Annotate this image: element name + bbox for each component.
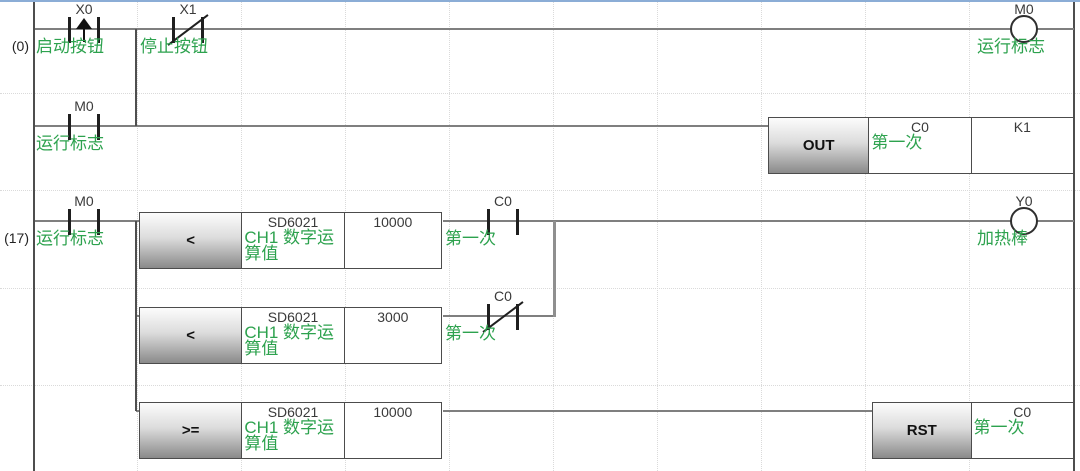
ladder-diagram: (0) (17) X0 启动按钮 X1 停止按钮 M0 运行标志 M0 运行标志… <box>0 0 1080 471</box>
compare-block-lt-10000[interactable]: < SD6021 CH1 数字运算值 10000 <box>139 212 442 269</box>
operand-cell: SD6021 CH1 数字运算值 <box>242 403 345 458</box>
grid-line <box>0 93 1080 94</box>
grid-line <box>0 385 1080 386</box>
grid-line <box>761 2 762 471</box>
device-comment: CH1 数字运算值 <box>244 228 335 263</box>
device-label: C0 <box>494 288 512 304</box>
device-comment: 第一次 <box>871 133 923 152</box>
operand-cell: 10000 <box>345 403 441 458</box>
contact-bar <box>516 209 519 235</box>
wire <box>443 220 1074 222</box>
device-comment: CH1 数字运算值 <box>244 323 335 358</box>
compare-block-ge-10000[interactable]: >= SD6021 CH1 数字运算值 10000 <box>139 402 442 459</box>
grid-line <box>0 288 1080 289</box>
instruction-label: RST <box>873 403 972 458</box>
step-number: (0) <box>11 38 29 54</box>
device-comment: 启动按钮 <box>36 37 104 56</box>
device-label: Y0 <box>1015 193 1033 209</box>
wire <box>35 125 768 127</box>
instruction-label: < <box>140 213 243 268</box>
selection-top-border <box>0 0 1080 2</box>
device-label: 10000 <box>373 214 413 230</box>
rst-block[interactable]: RST C0 第一次 <box>872 402 1074 459</box>
grid-line <box>657 2 658 471</box>
compare-block-lt-3000[interactable]: < SD6021 CH1 数字运算值 3000 <box>139 307 442 364</box>
device-comment: 运行标志 <box>977 37 1045 56</box>
device-comment: 停止按钮 <box>140 37 208 56</box>
device-label: K1 <box>1013 119 1031 135</box>
instruction-label: >= <box>140 403 243 458</box>
device-comment: 第一次 <box>445 229 496 248</box>
operand-cell: SD6021 CH1 数字运算值 <box>242 213 345 268</box>
instruction-label: < <box>140 308 243 363</box>
wire <box>443 410 872 412</box>
device-label: 3000 <box>377 309 409 325</box>
device-label: X0 <box>75 1 93 17</box>
operand-cell: 10000 <box>345 213 441 268</box>
operand-cell: K1 <box>972 118 1073 173</box>
out-counter-block[interactable]: OUT C0 第一次 K1 <box>768 117 1074 174</box>
grid-line <box>137 2 138 471</box>
instruction-label: OUT <box>769 118 870 173</box>
device-label: C0 <box>494 193 512 209</box>
device-label: M0 <box>1014 1 1034 17</box>
device-comment: 第一次 <box>973 418 1025 437</box>
operand-cell: SD6021 CH1 数字运算值 <box>242 308 345 363</box>
device-label: 10000 <box>373 404 413 420</box>
grid-line <box>865 2 866 471</box>
device-comment: 加热棒 <box>977 229 1028 248</box>
right-power-rail <box>1073 2 1075 471</box>
operand-cell: C0 第一次 <box>869 118 972 173</box>
operand-cell: 3000 <box>345 308 441 363</box>
device-label: X1 <box>179 1 197 17</box>
device-label: M0 <box>74 98 94 114</box>
branch-wire <box>135 29 137 126</box>
left-power-rail <box>33 2 35 471</box>
step-number: (17) <box>4 230 29 246</box>
grid-line <box>969 2 970 471</box>
grid-line <box>0 190 1080 191</box>
device-comment: CH1 数字运算值 <box>244 418 335 453</box>
branch-wire <box>135 221 137 411</box>
branch-wire <box>553 221 556 317</box>
device-label: M0 <box>74 193 94 209</box>
device-comment: 第一次 <box>445 324 496 343</box>
operand-cell: C0 第一次 <box>972 403 1073 458</box>
device-comment: 运行标志 <box>36 229 104 248</box>
device-comment: 运行标志 <box>36 134 104 153</box>
